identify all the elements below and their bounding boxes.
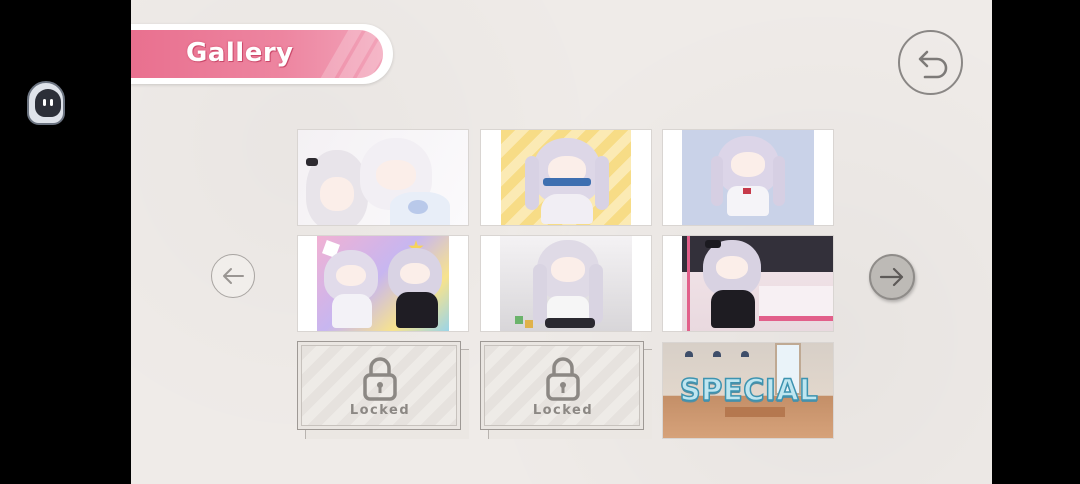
gallery-thumbnail-1[interactable] [297,129,469,226]
next-page-button[interactable] [869,254,915,300]
gallery-thumbnail-2[interactable] [480,129,652,226]
lock-icon [363,357,397,401]
assistant-face [35,89,61,117]
back-button[interactable] [898,30,963,95]
locked-slot: Locked [480,341,652,439]
locked-label: Locked [532,403,594,418]
lock-icon [546,357,580,401]
arrow-right-icon [879,267,904,287]
title-banner: Gallery [131,24,393,84]
locked-slot: Locked [297,341,469,439]
gallery-thumbnail-5[interactable] [480,235,652,332]
gallery-screen: Gallery Locked Locked SPECIAL [131,0,992,484]
arrow-left-icon [223,268,244,284]
special-label: SPECIAL [679,372,819,408]
gallery-thumbnail-4[interactable] [297,235,469,332]
gallery-thumbnail-3[interactable] [662,129,834,226]
page-title: Gallery [186,38,294,68]
floating-assistant-icon[interactable] [27,81,65,125]
previous-page-button[interactable] [211,254,255,298]
locked-label: Locked [349,403,411,418]
undo-arrow-icon [918,50,947,78]
gallery-thumbnail-6[interactable] [662,235,834,332]
special-gallery-item[interactable]: SPECIAL [662,342,834,439]
